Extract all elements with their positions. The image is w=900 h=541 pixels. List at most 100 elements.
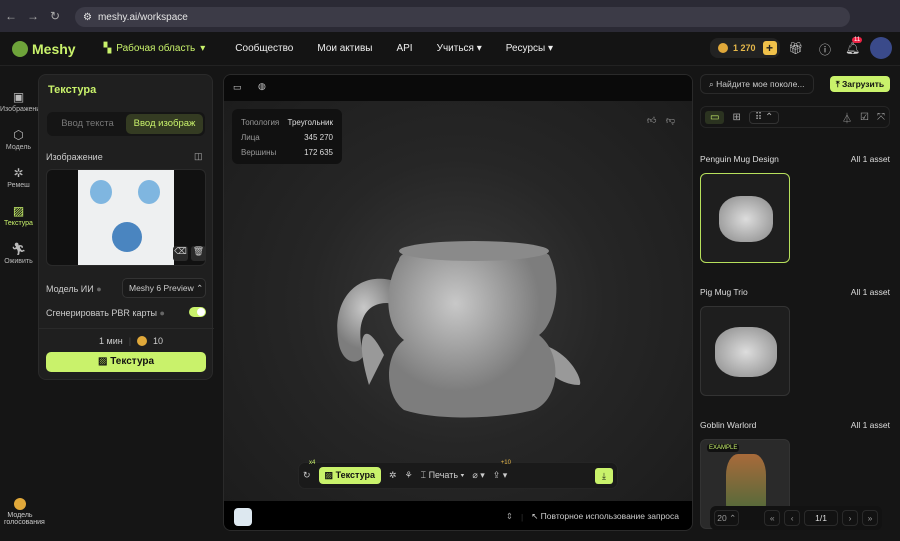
- info-icon[interactable]: ●: [96, 284, 101, 294]
- asset-card[interactable]: [700, 306, 790, 396]
- left-rail: ▣ Изображение ⬡ Модель ✲ Ремеш ▨ Текстура 🏃︎…: [0, 90, 44, 280]
- share-icon[interactable]: ⇪ ▾ +10: [493, 460, 511, 481]
- layout-select[interactable]: ⠿ ⌃: [748, 110, 780, 124]
- remesh-icon[interactable]: ✲: [389, 470, 397, 481]
- gift-icon[interactable]: 🎁︎: [788, 41, 803, 55]
- image-upload[interactable]: ⌫ 🗑︎: [46, 169, 206, 266]
- asset-group: Pig Mug Trio All 1 asset: [700, 287, 890, 396]
- page-size-value: 20: [717, 513, 727, 523]
- info-icon[interactable]: ●: [159, 308, 164, 318]
- texture-tool-button[interactable]: ▨ Текстура: [318, 467, 382, 484]
- reuse-prompt-button[interactable]: ↖ Повторное использование запроса: [531, 511, 679, 522]
- chevron-down-icon: ▾: [200, 43, 206, 54]
- group-title: Pig Mug Trio: [700, 287, 748, 297]
- search-placeholder: Найдите мое поколе...: [716, 79, 805, 89]
- rail-model[interactable]: ⬡ Модель: [0, 128, 37, 166]
- logo-text: Meshy: [32, 40, 76, 57]
- grid-icon[interactable]: ⊞: [732, 112, 740, 123]
- nav-api[interactable]: API: [396, 43, 412, 54]
- thumbs-up-icon[interactable]: 👍︎: [647, 115, 656, 126]
- eraser-icon[interactable]: ⌫: [173, 246, 188, 261]
- stat-key: Топология: [241, 118, 280, 127]
- avatar[interactable]: [870, 37, 892, 59]
- trash-icon[interactable]: 🗑︎: [191, 246, 205, 261]
- globe-icon[interactable]: ◍: [258, 81, 266, 92]
- nav-learn[interactable]: Учиться ▾: [437, 43, 482, 54]
- page-indicator[interactable]: 1/1: [804, 510, 838, 526]
- monitor-icon[interactable]: ▭: [233, 82, 242, 93]
- pbr-toggle[interactable]: [189, 307, 206, 317]
- plugin-icon[interactable]: ⌀ ▾: [472, 470, 484, 481]
- panel-title: Текстура: [48, 84, 97, 96]
- compare-icon[interactable]: ◫: [194, 151, 203, 162]
- group-count-link[interactable]: All 1 asset: [851, 287, 890, 297]
- site-info-icon[interactable]: ⚙: [83, 12, 92, 23]
- reuse-label: Повторное использование запроса: [540, 511, 679, 521]
- mug-model: [337, 241, 581, 418]
- help-icon[interactable]: ⓘ: [819, 41, 831, 58]
- filter-icon[interactable]: ⏃: [842, 110, 852, 125]
- expand-icon[interactable]: ⇕: [506, 511, 513, 522]
- group-title: Goblin Warlord: [700, 420, 757, 430]
- logo[interactable]: Meshy: [12, 40, 76, 57]
- input-mode-tabs: Ввод текста Ввод изображ: [47, 112, 205, 136]
- ai-model-select[interactable]: Meshy 6 Preview ⌃: [122, 278, 206, 298]
- vote-model-button[interactable]: Модель голосования: [4, 498, 45, 526]
- group-count-link[interactable]: All 1 asset: [851, 154, 890, 164]
- asset-card[interactable]: [700, 173, 790, 263]
- tab-text-input[interactable]: Ввод текста: [49, 114, 126, 134]
- remesh-icon: ✲: [13, 166, 24, 180]
- 3d-viewport[interactable]: ▭ ◍ Топология Треугольник Лица 345 270 Вер…: [223, 74, 693, 531]
- texture-tool-label: Текстура: [335, 470, 376, 480]
- nav-community[interactable]: Сообщество: [235, 43, 293, 54]
- view-toolbar: ▭ ⊞ ⠿ ⌃ ⏃ ☑ ⤧: [700, 106, 890, 128]
- bell-icon[interactable]: 🔔︎: [845, 41, 860, 55]
- pagination: 20 ⌃ « ‹ 1/1 › »: [710, 506, 882, 530]
- coin-icon: [718, 43, 728, 53]
- print-button[interactable]: ⌶ Печать ▾: [421, 470, 465, 481]
- group-count-link[interactable]: All 1 asset: [851, 420, 890, 430]
- texture-button-label: Текстура: [110, 356, 155, 367]
- forward-icon[interactable]: →: [22, 9, 44, 23]
- page-size-select[interactable]: 20 ⌃: [714, 510, 740, 526]
- folder-icon[interactable]: ▭: [705, 110, 725, 124]
- download-button[interactable]: ⤓: [595, 467, 613, 484]
- address-bar[interactable]: ⚙ meshy.ai/workspace: [75, 7, 850, 27]
- add-credits-button[interactable]: +: [762, 41, 777, 55]
- back-icon[interactable]: ←: [0, 9, 22, 23]
- rail-animate[interactable]: 🏃︎ Оживить: [0, 242, 37, 280]
- coin-icon: [137, 336, 148, 346]
- stat-key: Лица: [241, 133, 260, 142]
- retry-count: x4: [309, 460, 316, 466]
- upload-button[interactable]: ⤒ Загрузить: [830, 76, 890, 92]
- prev-page-button[interactable]: ‹: [784, 510, 801, 526]
- reload-icon[interactable]: ↻: [44, 9, 66, 23]
- stat-value: 172 635: [304, 148, 333, 157]
- example-badge: EXAMPLE: [707, 444, 740, 452]
- rail-remesh[interactable]: ✲ Ремеш: [0, 166, 37, 204]
- texture-panel: Текстура Ввод текста Ввод изображ Изображ…: [38, 74, 214, 380]
- next-page-button[interactable]: ›: [842, 510, 858, 526]
- mesh-stats: Топология Треугольник Лица 345 270 Вершины…: [232, 109, 342, 164]
- texture-generate-button[interactable]: ▨ Текстура: [46, 352, 206, 372]
- rail-texture[interactable]: ▨ Текстура: [0, 204, 37, 242]
- credits-badge[interactable]: 1 270 +: [710, 38, 780, 58]
- prompt-image-thumbnail[interactable]: [234, 507, 252, 526]
- thumbs-down-icon[interactable]: 👎︎: [666, 115, 675, 126]
- vote-icon: [14, 498, 26, 510]
- rig-icon[interactable]: ⚘: [405, 470, 413, 481]
- nav-resources[interactable]: Ресурсы ▾: [506, 43, 553, 54]
- logo-icon: [12, 40, 28, 57]
- nav-assets[interactable]: Мои активы: [317, 43, 372, 54]
- retry-icon[interactable]: ↻ x4: [303, 460, 315, 481]
- ai-model-value: Meshy 6 Preview: [129, 283, 194, 293]
- workspace-menu[interactable]: ▚ Рабочая область ▾: [104, 43, 206, 54]
- rail-image[interactable]: ▣ Изображение: [0, 90, 44, 128]
- tab-image-input[interactable]: Ввод изображ: [126, 114, 203, 134]
- run-icon: 🏃︎: [10, 242, 27, 256]
- select-icon[interactable]: ☑: [860, 112, 869, 123]
- last-page-button[interactable]: »: [862, 510, 878, 526]
- search-input[interactable]: ⌕ Найдите мое поколе...: [700, 74, 814, 94]
- fullscreen-icon[interactable]: ⤧: [877, 112, 885, 123]
- first-page-button[interactable]: «: [764, 510, 781, 526]
